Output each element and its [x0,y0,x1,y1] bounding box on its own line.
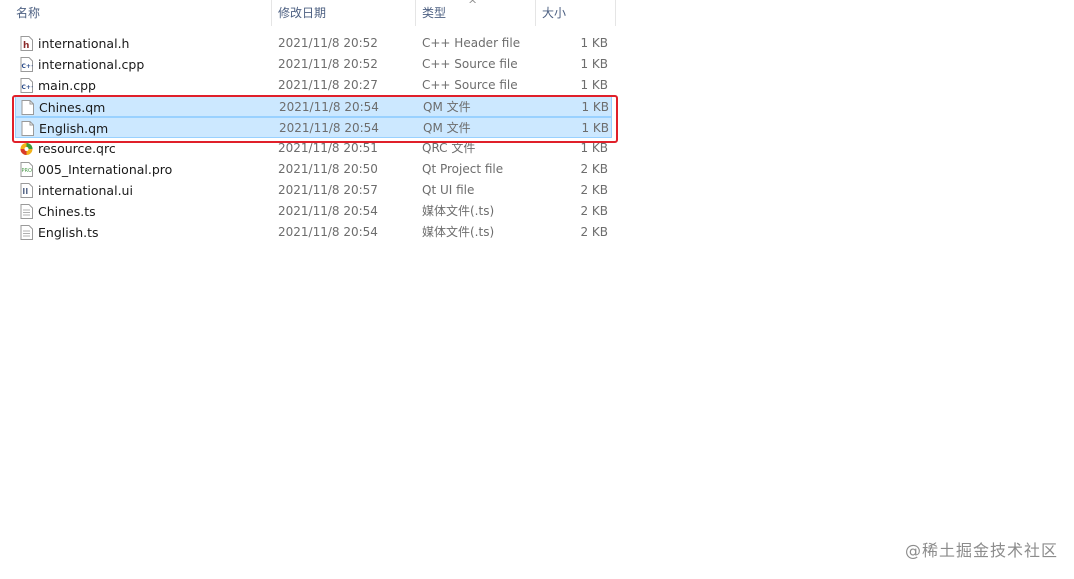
file-row[interactable]: English.ts 2021/11/8 20:54 媒体文件(.ts) 2 KB [15,222,612,243]
file-size: 2 KB [580,225,608,239]
file-row[interactable]: C++ international.cpp 2021/11/8 20:52 C++ S… [15,54,612,75]
file-size: 2 KB [580,162,608,176]
red-annotation-box [12,95,618,143]
svg-text:PRO: PRO [22,168,32,174]
column-header-bar: 名称 修改日期 ^ 类型 大小 [0,0,616,26]
file-name: English.ts [38,225,99,240]
file-name: international.cpp [38,57,145,72]
file-row[interactable]: Chines.ts 2021/11/8 20:54 媒体文件(.ts) 2 KB [15,201,612,222]
file-row[interactable]: C++ main.cpp 2021/11/8 20:27 C++ Source fil… [15,75,612,96]
file-date: 2021/11/8 20:54 [278,204,378,218]
file-type: C++ Header file [422,36,521,50]
file-type: Qt Project file [422,162,504,176]
file-type: C++ Source file [422,57,518,71]
file-size: 1 KB [580,78,608,92]
file-size: 1 KB [580,57,608,71]
column-header-size[interactable]: 大小 [536,0,616,26]
file-date: 2021/11/8 20:27 [278,78,378,92]
file-name: main.cpp [38,78,96,93]
file-size: 2 KB [580,183,608,197]
column-header-type-label: 类型 [422,6,447,20]
qt-project-file-icon: PRO [20,162,33,177]
sort-ascending-icon: ^ [468,0,478,11]
svg-text:h: h [23,41,29,51]
column-header-date[interactable]: 修改日期 [272,0,416,26]
file-row[interactable]: h international.h 2021/11/8 20:52 C++ Heade… [15,33,612,54]
svg-text:C++: C++ [22,84,34,91]
file-date: 2021/11/8 20:52 [278,36,378,50]
file-row[interactable]: PRO 005_International.pro 2021/11/8 20:50 Q… [15,159,612,180]
file-size: 2 KB [580,204,608,218]
file-name: 005_International.pro [38,162,173,177]
media-file-icon [20,204,33,219]
cpp-source-file-icon: C++ [20,78,33,93]
watermark: @稀土掘金技术社区 [904,541,1058,560]
file-row[interactable]: international.ui 2021/11/8 20:57 Qt UI fil… [15,180,612,201]
file-date: 2021/11/8 20:54 [278,225,378,239]
qrc-file-icon [20,141,33,156]
file-type: 媒体文件(.ts) [422,204,495,218]
column-header-name[interactable]: 名称 [10,0,272,26]
file-date: 2021/11/8 20:57 [278,183,378,197]
file-name: international.h [38,36,130,51]
cpp-source-file-icon: C++ [20,57,33,72]
column-header-size-label: 大小 [542,6,567,20]
file-date: 2021/11/8 20:50 [278,162,378,176]
file-name: Chines.ts [38,204,96,219]
svg-text:C++: C++ [22,63,34,70]
file-date: 2021/11/8 20:52 [278,57,378,71]
media-file-icon [20,225,33,240]
column-header-type[interactable]: ^ 类型 [416,0,536,26]
file-name: international.ui [38,183,133,198]
file-size: 1 KB [580,36,608,50]
column-header-date-label: 修改日期 [278,6,327,20]
cpp-header-file-icon: h [20,36,33,51]
file-type: 媒体文件(.ts) [422,225,495,239]
file-type: Qt UI file [422,183,475,197]
column-header-name-label: 名称 [16,6,41,20]
qt-ui-file-icon [20,183,33,198]
file-type: C++ Source file [422,78,518,92]
